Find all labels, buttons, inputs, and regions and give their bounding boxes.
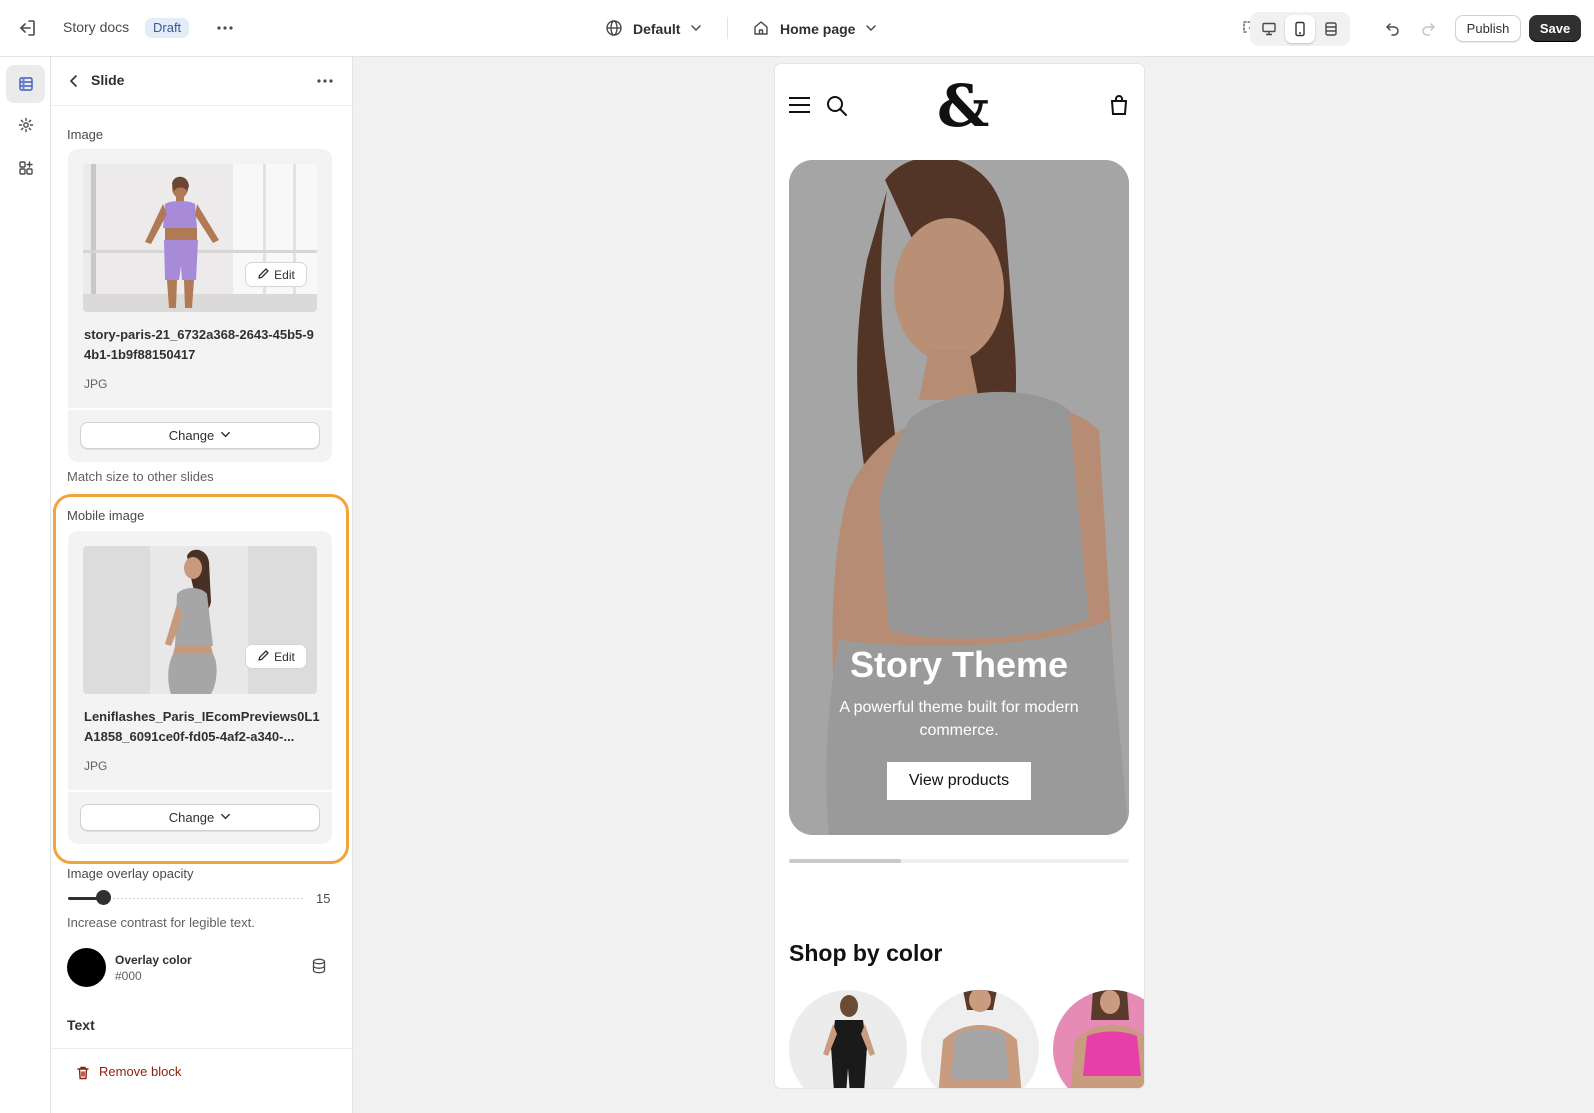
hero-subtitle: A powerful theme built for modern commer… xyxy=(839,699,1079,739)
color-collection-black[interactable] xyxy=(789,990,907,1088)
overlay-opacity-label: Image overlay opacity xyxy=(67,866,194,881)
edit-image-label: Edit xyxy=(274,267,295,282)
undo-icon[interactable] xyxy=(1378,14,1408,44)
globe-icon xyxy=(605,19,623,40)
full-width-view-icon[interactable] xyxy=(1316,15,1346,43)
theme-selector[interactable]: Default xyxy=(605,16,702,42)
left-rail xyxy=(0,57,51,1113)
image-label: Image xyxy=(67,127,104,142)
topbar-divider xyxy=(727,17,728,39)
store-logo[interactable]: & xyxy=(937,74,989,138)
hero-slide[interactable]: Story Theme A powerful theme built for m… xyxy=(789,160,1129,835)
editor-top-bar: Story docs Draft Default Home page Publi… xyxy=(0,0,1594,57)
theme-settings-icon[interactable] xyxy=(6,106,45,144)
theme-selector-label: Default xyxy=(633,21,681,37)
slideshow-progress[interactable] xyxy=(789,859,1129,863)
hero-title: Story Theme xyxy=(849,644,1069,685)
remove-block-label: Remove block xyxy=(99,1064,182,1079)
save-button[interactable]: Save xyxy=(1529,15,1581,42)
apps-icon[interactable] xyxy=(6,149,45,187)
page-selector-label: Home page xyxy=(780,21,856,37)
home-icon xyxy=(752,19,770,40)
page-selector[interactable]: Home page xyxy=(752,16,877,42)
shop-by-color-heading: Shop by color xyxy=(789,940,943,966)
card-divider xyxy=(68,408,332,410)
chevron-down-icon xyxy=(865,21,877,37)
status-badge: Draft xyxy=(145,18,190,38)
image-picker-card: Edit story-paris-21_6732a368-2643-45b5-9… xyxy=(68,149,332,462)
chevron-down-icon xyxy=(220,428,231,443)
change-image-label: Change xyxy=(168,428,215,443)
color-collection-grey[interactable] xyxy=(921,990,1039,1088)
remove-block-button[interactable]: Remove block xyxy=(51,1048,353,1113)
image-thumbnail[interactable] xyxy=(83,164,317,312)
store-name: Story docs xyxy=(63,19,130,35)
more-options-icon[interactable] xyxy=(314,70,336,92)
mobile-view-icon[interactable] xyxy=(1285,15,1315,43)
image-filename: story-paris-21_6732a368-2643-45b5-94b1-1… xyxy=(84,327,314,362)
mobile-preview-frame: & Story Theme A powerful theme built for… xyxy=(775,64,1144,1088)
image-filetype: JPG xyxy=(84,377,108,391)
change-image-button[interactable]: Change xyxy=(80,422,320,449)
redo-icon[interactable] xyxy=(1413,14,1443,44)
sidebar-title: Slide xyxy=(91,72,125,88)
trash-icon xyxy=(75,1065,91,1081)
device-switcher xyxy=(1250,12,1350,46)
overlay-color-swatch[interactable] xyxy=(67,948,106,987)
cart-icon[interactable] xyxy=(1109,94,1129,116)
more-actions-icon[interactable] xyxy=(214,17,236,39)
back-arrow-icon[interactable] xyxy=(65,72,83,90)
chevron-down-icon xyxy=(690,21,702,37)
color-collection-pink[interactable] xyxy=(1053,990,1144,1088)
overlay-opacity-help: Increase contrast for legible text. xyxy=(67,915,255,930)
edit-image-button[interactable]: Edit xyxy=(245,262,307,287)
publish-button[interactable]: Publish xyxy=(1455,15,1521,42)
search-icon[interactable] xyxy=(826,95,848,117)
overlay-opacity-value: 15 xyxy=(316,891,331,906)
sections-nav-icon[interactable] xyxy=(6,65,45,103)
pencil-icon xyxy=(257,267,270,283)
dynamic-source-icon[interactable] xyxy=(310,957,328,975)
slideshow-progress-fill xyxy=(789,859,901,863)
overlay-color-value: #000 xyxy=(115,969,142,983)
exit-icon[interactable] xyxy=(16,17,38,39)
text-section-heading[interactable]: Text xyxy=(67,1017,95,1033)
mobile-image-highlight-outline xyxy=(53,494,349,864)
overlay-opacity-slider-handle[interactable] xyxy=(96,890,111,905)
overlay-color-label: Overlay color xyxy=(115,953,192,967)
menu-icon[interactable] xyxy=(789,96,810,114)
desktop-view-icon[interactable] xyxy=(1254,15,1284,43)
view-products-button[interactable]: View products xyxy=(887,762,1031,800)
match-size-help: Match size to other slides xyxy=(67,469,214,484)
sidebar-header: Slide xyxy=(51,57,353,106)
